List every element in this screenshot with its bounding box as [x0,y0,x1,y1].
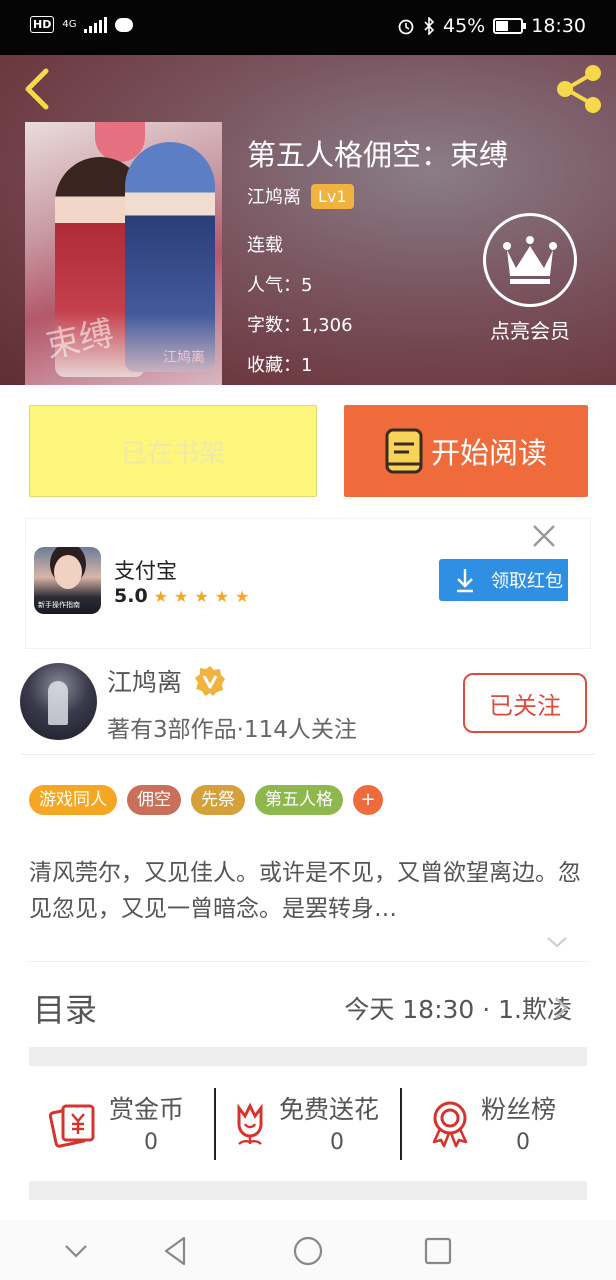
author-name-row[interactable]: 江鸠离 [107,663,226,699]
triangle-back-icon [164,1236,186,1266]
stats-row: 赏金币 0 免费送花 0 粉丝榜 0 [29,1086,587,1160]
ad-app-name: 支付宝 [114,559,177,583]
hd-indicator: HD [30,16,55,33]
expand-synopsis-button[interactable] [545,932,569,952]
section-separator [29,1181,587,1200]
toc-chevron-right-icon[interactable] [553,995,569,1021]
status-bar: HD 4G 45% 18:30 [0,0,616,55]
word-count: 字数：1,306 [247,315,353,336]
ad-banner[interactable]: 新手操作指南 支付宝 5.0 ★★★★★ 领取红包 [25,518,591,649]
battery-icon [493,18,527,34]
divider [20,754,596,755]
fan-ranking-label: 粉丝榜 [481,1095,557,1124]
close-icon [533,525,555,547]
ad-download-label: 领取红包 [491,571,563,592]
ad-close-button[interactable] [531,523,557,549]
reward-coin-button[interactable]: 赏金币 0 [48,1086,219,1160]
stats-divider [214,1088,216,1160]
chevron-down-icon [65,1245,87,1258]
message-icon [115,17,134,32]
in-bookshelf-button[interactable]: 已在书架 [29,405,317,497]
battery-fill [496,21,508,31]
battery-percent: 45% [443,15,486,37]
start-reading-button[interactable]: 开始阅读 [344,405,588,497]
section-separator [29,1047,587,1066]
system-navigation-bar [0,1220,616,1280]
stats-divider [400,1088,402,1160]
clock: 18:30 [531,15,586,37]
bluetooth-icon [424,17,435,35]
serial-status: 连载 [247,235,283,256]
favorites-count: 收藏：1 [247,355,313,376]
book-title: 第五人格佣空：束缚 [247,138,509,172]
toc-latest-chapter[interactable]: 今天 18:30 · 1.欺凌 [344,990,572,1026]
star-rating-icon: ★★★★★ [153,586,256,606]
alarm-icon [398,19,414,35]
free-flower-label: 免费送花 [279,1095,380,1124]
chevron-down-icon [547,937,567,948]
crown-icon [503,236,557,284]
divider [29,961,587,962]
vip-circle [483,213,577,307]
book-cover[interactable]: 束缚 江鸠离 [25,122,222,385]
author-name: 江鸠离 [107,668,183,697]
book-author-row: 江鸠离 Lv1 [247,183,354,209]
ad-download-button[interactable]: 领取红包 [439,559,568,601]
ad-rating: 5.0 ★★★★★ [114,585,255,607]
tag-list: 游戏同人 佣空 先祭 第五人格 + [29,785,383,815]
author-avatar[interactable] [20,663,97,740]
flower-icon [225,1098,275,1148]
signal-icon [84,16,108,33]
cover-signature: 江鸠离 [163,350,205,366]
ad-app-thumbnail: 新手操作指南 [34,547,101,614]
nav-back-button[interactable] [158,1233,194,1269]
fan-ranking-button[interactable]: 粉丝榜 0 [425,1086,575,1160]
ad-rating-value: 5.0 [114,585,148,607]
tag-item[interactable]: 游戏同人 [29,785,117,815]
circle-home-icon [293,1236,323,1266]
level-badge: Lv1 [311,183,354,209]
chevron-left-icon [25,68,49,110]
start-reading-label: 开始阅读 [430,436,547,470]
in-bookshelf-label: 已在书架 [120,438,225,469]
tag-item[interactable]: 第五人格 [255,785,343,815]
book-author-name[interactable]: 江鸠离 [247,183,301,209]
tag-item[interactable]: 佣空 [127,785,181,815]
reward-coin-icon [48,1098,99,1148]
verified-badge-icon [194,665,226,697]
network-type: 4G [62,18,77,30]
square-recents-icon [424,1237,452,1265]
book-header: 束缚 江鸠离 第五人格佣空：束缚 江鸠离 Lv1 连载 人气：5 字数：1,30… [0,55,616,385]
medal-icon [425,1098,475,1148]
fan-ranking-value: 0 [516,1130,530,1155]
reward-coin-value: 0 [144,1130,158,1155]
toc-title[interactable]: 目录 [33,985,97,1031]
ad-thumbnail-caption: 新手操作指南 [38,601,80,609]
add-tag-button[interactable]: + [353,785,383,815]
tag-item[interactable]: 先祭 [191,785,245,815]
vip-label: 点亮会员 [490,319,570,343]
vip-button[interactable]: 点亮会员 [482,213,578,344]
book-synopsis[interactable]: 清风莞尔，又见佳人。或许是不见，又曾欲望离边。忽见忽见，又见一曾暗念。是罢转身… [29,855,589,927]
share-icon [557,65,601,113]
nav-hide-button[interactable] [58,1233,94,1269]
download-icon [457,569,473,593]
nav-home-button[interactable] [290,1233,326,1269]
popularity: 人气：5 [247,275,313,296]
share-button[interactable] [552,61,608,117]
author-description: 著有3部作品·114人关注 [107,717,357,743]
nav-recents-button[interactable] [420,1233,456,1269]
free-flower-button[interactable]: 免费送花 0 [225,1086,400,1160]
free-flower-value: 0 [330,1130,344,1155]
follow-button[interactable]: 已关注 [463,673,587,733]
reward-coin-label: 赏金币 [109,1095,185,1124]
back-button[interactable] [18,65,58,113]
follow-label: 已关注 [489,691,561,720]
book-icon [385,428,423,474]
cover-figure-right [125,142,215,372]
